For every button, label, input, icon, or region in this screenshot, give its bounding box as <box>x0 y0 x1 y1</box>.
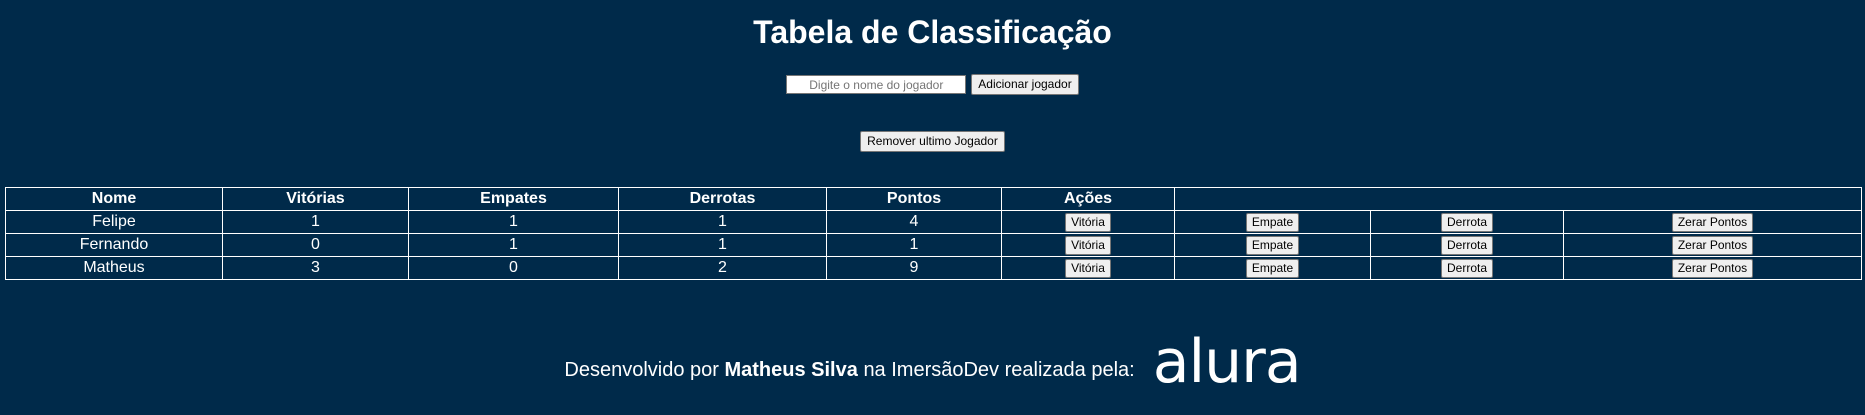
column-header-losses: Derrotas <box>619 188 827 211</box>
header-empty-cell <box>1175 188 1861 211</box>
win-cell: Vitória <box>1002 211 1175 234</box>
player-wins: 1 <box>223 211 409 234</box>
column-header-wins: Vitórias <box>223 188 409 211</box>
draw-button[interactable]: Empate <box>1245 212 1300 232</box>
win-button[interactable]: Vitória <box>1065 235 1111 255</box>
reset-cell: Zerar Pontos <box>1564 234 1861 257</box>
standings-table: Nome Vitórias Empates Derrotas Pontos Aç… <box>5 187 1862 280</box>
footer: Desenvolvido por Matheus Silva na Imersã… <box>0 332 1865 400</box>
player-losses: 2 <box>619 257 827 279</box>
win-button[interactable]: Vitória <box>1065 258 1111 278</box>
loss-button[interactable]: Derrota <box>1440 212 1493 232</box>
player-draws: 0 <box>409 257 619 279</box>
reset-points-button[interactable]: Zerar Pontos <box>1671 258 1754 278</box>
loss-cell: Derrota <box>1371 211 1564 234</box>
player-draws: 1 <box>409 234 619 257</box>
add-player-form: Adicionar jogador <box>0 74 1865 95</box>
page-title: Tabela de Classificação <box>753 14 1112 50</box>
column-header-draws: Empates <box>409 188 619 211</box>
footer-author: Matheus Silva <box>724 358 858 381</box>
player-name: Felipe <box>6 211 223 234</box>
column-header-points: Pontos <box>827 188 1002 211</box>
table-row: Felipe 1 1 1 4 Vitória Empate Derrota Ze… <box>6 211 1861 234</box>
loss-cell: Derrota <box>1371 234 1564 257</box>
loss-button[interactable]: Derrota <box>1440 258 1493 278</box>
table-row: Matheus 3 0 2 9 Vitória Empate Derrota Z… <box>6 257 1861 279</box>
loss-button[interactable]: Derrota <box>1440 235 1493 255</box>
reset-cell: Zerar Pontos <box>1564 257 1861 279</box>
player-draws: 1 <box>409 211 619 234</box>
table-header-row: Nome Vitórias Empates Derrotas Pontos Aç… <box>6 188 1861 211</box>
column-header-actions: Ações <box>1002 188 1175 211</box>
draw-cell: Empate <box>1175 211 1371 234</box>
footer-prefix: Desenvolvido por <box>564 358 719 381</box>
loss-cell: Derrota <box>1371 257 1564 279</box>
draw-cell: Empate <box>1175 234 1371 257</box>
player-name: Matheus <box>6 257 223 279</box>
footer-suffix: na ImersãoDev realizada pela: <box>863 358 1135 381</box>
remove-last-player-button[interactable]: Remover ultimo Jogador <box>860 131 1005 152</box>
add-player-button[interactable]: Adicionar jogador <box>971 74 1079 95</box>
player-losses: 1 <box>619 211 827 234</box>
player-points: 9 <box>827 257 1002 279</box>
player-name: Fernando <box>6 234 223 257</box>
player-losses: 1 <box>619 234 827 257</box>
player-wins: 0 <box>223 234 409 257</box>
standings-table-container: Nome Vitórias Empates Derrotas Pontos Aç… <box>5 187 1862 280</box>
win-cell: Vitória <box>1002 257 1175 279</box>
remove-player-row: Remover ultimo Jogador <box>0 131 1865 152</box>
draw-button[interactable]: Empate <box>1245 258 1300 278</box>
win-button[interactable]: Vitória <box>1065 212 1111 232</box>
player-points: 4 <box>827 211 1002 234</box>
draw-cell: Empate <box>1175 257 1371 279</box>
alura-logo: alura <box>1152 327 1302 397</box>
footer-credit: Desenvolvido por Matheus Silva na Imersã… <box>564 359 1134 382</box>
column-header-name: Nome <box>6 188 223 211</box>
reset-points-button[interactable]: Zerar Pontos <box>1671 212 1754 232</box>
player-name-input[interactable] <box>786 75 967 94</box>
player-points: 1 <box>827 234 1002 257</box>
player-wins: 3 <box>223 257 409 279</box>
reset-cell: Zerar Pontos <box>1564 211 1861 234</box>
table-row: Fernando 0 1 1 1 Vitória Empate Derrota … <box>6 234 1861 257</box>
draw-button[interactable]: Empate <box>1245 235 1300 255</box>
win-cell: Vitória <box>1002 234 1175 257</box>
reset-points-button[interactable]: Zerar Pontos <box>1671 235 1754 255</box>
